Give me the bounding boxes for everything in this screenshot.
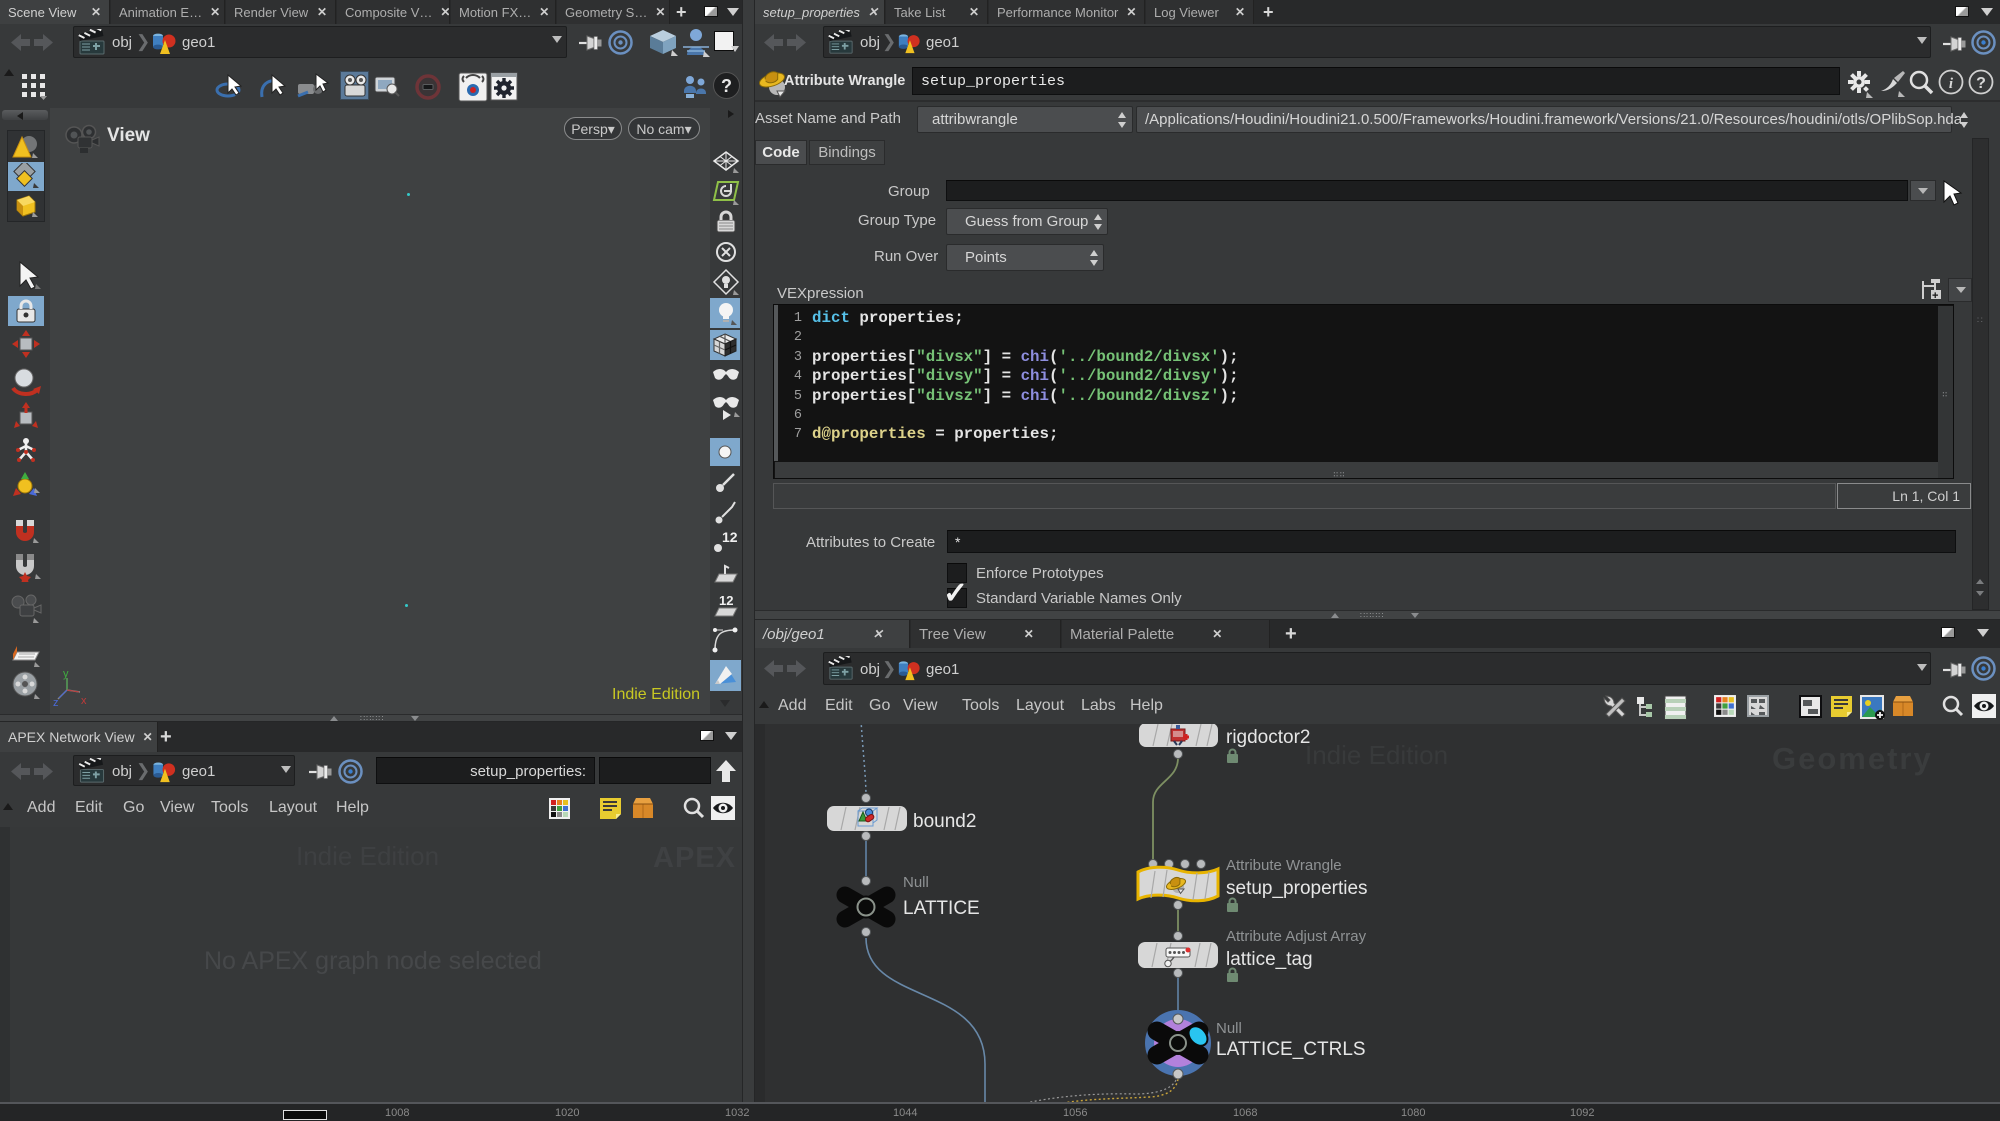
svg-text:y: y <box>63 668 69 680</box>
svg-text:LATTICE: LATTICE <box>903 898 980 919</box>
svg-text:Attribute Wrangle: Attribute Wrangle <box>1226 857 1342 874</box>
svg-text:12: 12 <box>722 529 738 545</box>
svg-text:x: x <box>81 695 87 707</box>
svg-text:z: z <box>53 697 59 709</box>
svg-text:i: i <box>1949 76 1954 92</box>
svg-text:LATTICE_CTRLS: LATTICE_CTRLS <box>1216 1039 1366 1060</box>
svg-text:Null: Null <box>1216 1020 1242 1037</box>
svg-text:lattice_tag: lattice_tag <box>1226 949 1313 970</box>
svg-text:?: ? <box>721 76 732 96</box>
svg-text:setup_properties: setup_properties <box>1226 878 1368 899</box>
svg-text:12: 12 <box>719 593 733 608</box>
svg-text:bound2: bound2 <box>913 811 976 832</box>
svg-text:?: ? <box>1976 75 1986 92</box>
svg-text:Attribute Adjust Array: Attribute Adjust Array <box>1226 928 1367 945</box>
svg-text:Null: Null <box>903 874 929 891</box>
svg-text:rigdoctor2: rigdoctor2 <box>1226 727 1311 748</box>
svg-text:+: + <box>1932 290 1938 302</box>
